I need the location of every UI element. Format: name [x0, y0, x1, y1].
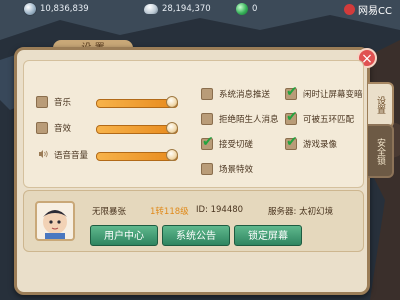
game-recording-checkbox[interactable]	[285, 134, 298, 150]
lock-screen-button[interactable]: 锁定屏幕	[234, 225, 302, 246]
netease-cc-logo-icon	[344, 4, 356, 15]
avatar[interactable]	[35, 201, 75, 241]
system-push-checkbox[interactable]	[201, 88, 213, 100]
voice-volume-label: 语音音量	[54, 151, 89, 161]
brand-label: 网易CC	[358, 6, 392, 17]
character-portrait-icon	[43, 210, 67, 239]
sound-effect-checkbox[interactable]	[36, 122, 48, 134]
five-ring-match-checkbox[interactable]	[285, 109, 298, 125]
dim-screen-checkbox[interactable]	[285, 84, 298, 100]
jade-icon	[236, 3, 248, 15]
jade-counter: 0	[236, 2, 257, 16]
accept-duel-checkbox[interactable]	[201, 134, 214, 150]
gold-counter: 10,836,839	[24, 2, 89, 16]
reject-strangers-label: 拒绝陌生人消息	[219, 115, 279, 125]
sound-effect-label: 音效	[54, 124, 72, 134]
gold-coin-icon	[24, 3, 36, 15]
voice-volume-slider-knob[interactable]	[166, 149, 178, 161]
game-recording-label: 游戏录像	[303, 140, 338, 150]
accept-duel-label: 接受切磋	[219, 140, 254, 150]
player-id: ID: 194480	[196, 205, 244, 215]
reject-strangers-checkbox[interactable]	[201, 113, 213, 125]
five-ring-match-label: 可被五环匹配	[303, 115, 355, 125]
system-announcement-button[interactable]: 系统公告	[162, 225, 230, 246]
music-slider-knob[interactable]	[166, 96, 178, 108]
resource-bar: 10,836,839 28,194,370 0 网易CC	[0, 0, 400, 18]
user-center-button[interactable]: 用户中心	[90, 225, 158, 246]
music-checkbox[interactable]	[36, 96, 48, 108]
dim-screen-label: 闲时让屏幕变暗	[303, 90, 363, 100]
tab-settings[interactable]: 设置	[368, 82, 394, 128]
scene-effects-checkbox[interactable]	[201, 163, 213, 175]
silver-counter: 28,194,370	[144, 2, 211, 16]
jade-value: 0	[252, 4, 258, 14]
silver-ingot-icon	[144, 4, 158, 14]
scene-effects-label: 场景特效	[219, 165, 254, 175]
system-push-label: 系统消息推送	[219, 90, 271, 100]
tab-security-lock[interactable]: 安全锁	[368, 124, 394, 178]
silver-value: 28,194,370	[162, 4, 211, 14]
server-name: 服务器: 太初幻境	[268, 207, 334, 217]
speaker-icon	[39, 150, 48, 158]
netease-cc-brand[interactable]: 网易CC	[344, 2, 392, 17]
gold-value: 10,836,839	[40, 4, 89, 14]
player-name: 无限暴张	[92, 207, 127, 217]
sound-effect-slider-knob[interactable]	[166, 122, 178, 134]
player-level: 1转118级	[150, 207, 189, 217]
music-label: 音乐	[54, 98, 72, 108]
